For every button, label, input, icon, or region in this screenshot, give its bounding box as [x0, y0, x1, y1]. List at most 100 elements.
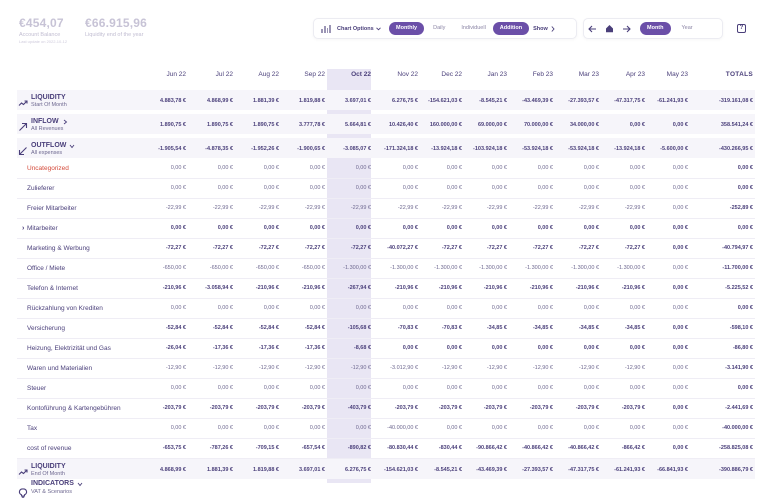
help-icon[interactable]: ?: [737, 24, 746, 33]
value-cell[interactable]: -1.300,00 €: [418, 265, 462, 271]
row-label[interactable]: Mitarbeiter: [27, 225, 58, 232]
value-cell[interactable]: 0,00 €: [644, 445, 688, 451]
monthly-toggle[interactable]: Monthly: [389, 22, 425, 35]
value-cell[interactable]: -22,99 €: [235, 205, 279, 211]
value-cell[interactable]: 10.426,40 €: [374, 122, 418, 128]
section-title[interactable]: INFLOW: [31, 118, 68, 125]
value-cell[interactable]: 0,00 €: [509, 345, 553, 351]
value-cell[interactable]: 0,00 €: [327, 425, 371, 431]
value-cell[interactable]: -1.900,65 €: [281, 146, 325, 152]
value-cell[interactable]: 0,00 €: [644, 185, 688, 191]
value-cell[interactable]: 0,00 €: [644, 205, 688, 211]
value-cell[interactable]: 0,00 €: [601, 165, 645, 171]
value-cell[interactable]: -203,79 €: [374, 405, 418, 411]
value-cell[interactable]: 0,00 €: [644, 225, 688, 231]
value-cell[interactable]: -12,90 €: [235, 365, 279, 371]
value-cell[interactable]: 1.881,39 €: [235, 98, 279, 104]
value-cell[interactable]: 0,00 €: [418, 345, 462, 351]
table-row[interactable]: Office / Miete -650,00 € -650,00 € -650,00 …: [0, 259, 768, 279]
value-cell[interactable]: 0,00 €: [327, 385, 371, 391]
value-cell[interactable]: -61.241,93 €: [601, 467, 645, 473]
value-cell[interactable]: -12,90 €: [281, 365, 325, 371]
show-button[interactable]: Show: [533, 26, 555, 32]
month-header[interactable]: Jun 22: [142, 71, 186, 78]
value-cell[interactable]: -17,36 €: [281, 345, 325, 351]
value-cell[interactable]: 6.276,75 €: [374, 98, 418, 104]
value-cell[interactable]: 160.000,00 €: [418, 122, 462, 128]
table-row[interactable]: Rückzahlung von Krediten 0,00 €0,00 €0,00…: [0, 299, 768, 319]
row-label[interactable]: Rückzahlung von Krediten: [27, 305, 103, 312]
table-row[interactable]: cost of revenue -653,75 € -787,26 € -709,15…: [0, 439, 768, 459]
value-cell[interactable]: 0,00 €: [235, 225, 279, 231]
value-cell[interactable]: 0,00 €: [374, 185, 418, 191]
row-label[interactable]: Uncategorized: [27, 165, 69, 172]
value-cell[interactable]: 0,00 €: [142, 305, 186, 311]
section-title[interactable]: INDICATORS: [31, 480, 83, 487]
value-cell[interactable]: -709,15 €: [235, 445, 279, 451]
value-cell[interactable]: -43.469,39 €: [509, 98, 553, 104]
value-cell[interactable]: -210,96 €: [374, 285, 418, 291]
table-row[interactable]: Heizung, Elektrizität und Gas -26,04 € -17…: [0, 339, 768, 359]
row-label[interactable]: Marketing & Werbung: [27, 245, 90, 252]
value-cell[interactable]: -203,79 €: [235, 405, 279, 411]
value-cell[interactable]: -1.300,00 €: [555, 265, 599, 271]
value-cell[interactable]: -43.469,39 €: [463, 467, 507, 473]
value-cell[interactable]: -72,27 €: [463, 245, 507, 251]
value-cell[interactable]: -22,99 €: [281, 205, 325, 211]
value-cell[interactable]: 0,00 €: [644, 122, 688, 128]
value-cell[interactable]: -12,90 €: [142, 365, 186, 371]
value-cell[interactable]: -1.952,26 €: [235, 146, 279, 152]
value-cell[interactable]: -40.866,42 €: [555, 445, 599, 451]
value-cell[interactable]: 3.777,78 €: [281, 122, 325, 128]
value-cell[interactable]: -403,79 €: [327, 405, 371, 411]
value-cell[interactable]: 0,00 €: [142, 385, 186, 391]
value-cell[interactable]: -22,99 €: [463, 205, 507, 211]
value-cell[interactable]: -22,99 €: [327, 205, 371, 211]
value-cell[interactable]: 0,00 €: [509, 385, 553, 391]
row-label[interactable]: Steuer: [27, 385, 46, 392]
value-cell[interactable]: -72,27 €: [327, 245, 371, 251]
value-cell[interactable]: -22,99 €: [418, 205, 462, 211]
row-label[interactable]: Kontoführung & Kartengebühren: [27, 405, 121, 412]
value-cell[interactable]: -866,42 €: [601, 445, 645, 451]
value-cell[interactable]: -3.012,90 €: [374, 365, 418, 371]
month-header[interactable]: Oct 22: [327, 71, 371, 78]
chevron-right-icon[interactable]: [62, 119, 68, 125]
value-cell[interactable]: 0,00 €: [142, 225, 186, 231]
value-cell[interactable]: -3.058,94 €: [189, 285, 233, 291]
value-cell[interactable]: 1.819,88 €: [281, 98, 325, 104]
value-cell[interactable]: -203,79 €: [555, 405, 599, 411]
value-cell[interactable]: -210,96 €: [463, 285, 507, 291]
value-cell[interactable]: 0,00 €: [463, 225, 507, 231]
value-cell[interactable]: 0,00 €: [555, 425, 599, 431]
value-cell[interactable]: -80.830,44 €: [374, 445, 418, 451]
value-cell[interactable]: -210,96 €: [601, 285, 645, 291]
value-cell[interactable]: 0,00 €: [555, 185, 599, 191]
value-cell[interactable]: 0,00 €: [601, 122, 645, 128]
value-cell[interactable]: 0,00 €: [235, 305, 279, 311]
value-cell[interactable]: -22,99 €: [374, 205, 418, 211]
value-cell[interactable]: -34,85 €: [555, 325, 599, 331]
value-cell[interactable]: -22,99 €: [509, 205, 553, 211]
value-cell[interactable]: 0,00 €: [327, 165, 371, 171]
month-header[interactable]: Mar 23: [555, 71, 599, 78]
value-cell[interactable]: -5.600,00 €: [644, 146, 688, 152]
row-label[interactable]: Tax: [27, 425, 37, 432]
value-cell[interactable]: 0,00 €: [281, 185, 325, 191]
value-cell[interactable]: -171.324,18 €: [374, 146, 418, 152]
table-row[interactable]: Waren und Materialien -12,90 € -12,90 € -12…: [0, 359, 768, 379]
value-cell[interactable]: 0,00 €: [281, 305, 325, 311]
table-row[interactable]: Zulieferer 0,00 €0,00 €0,00 €0,00 €0,00 €…: [0, 179, 768, 199]
value-cell[interactable]: 0,00 €: [327, 185, 371, 191]
row-label[interactable]: Zulieferer: [27, 185, 54, 192]
value-cell[interactable]: -8.545,21 €: [418, 467, 462, 473]
value-cell[interactable]: 0,00 €: [327, 305, 371, 311]
value-cell[interactable]: 0,00 €: [189, 385, 233, 391]
table-row[interactable]: Telefon & Internet -210,96 € -3.058,94 € -2…: [0, 279, 768, 299]
value-cell[interactable]: -210,96 €: [555, 285, 599, 291]
value-cell[interactable]: 0,00 €: [644, 165, 688, 171]
value-cell[interactable]: -40.072,27 €: [374, 245, 418, 251]
value-cell[interactable]: 0,00 €: [555, 305, 599, 311]
value-cell[interactable]: -8.545,21 €: [463, 98, 507, 104]
value-cell[interactable]: -210,96 €: [418, 285, 462, 291]
